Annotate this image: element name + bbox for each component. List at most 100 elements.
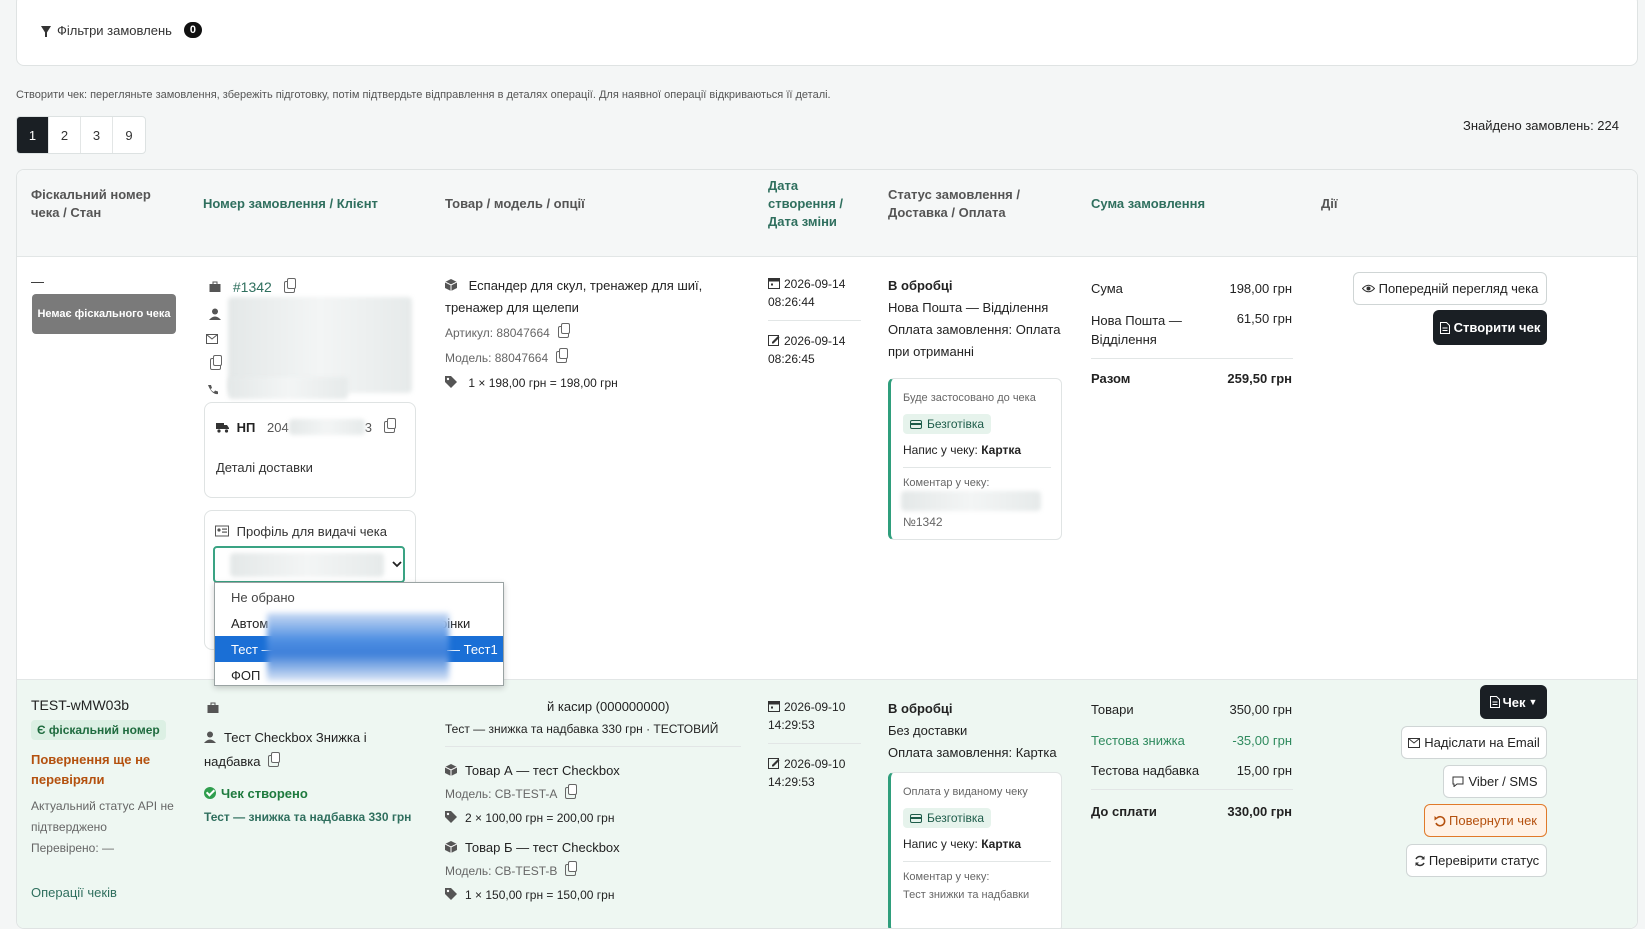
copy-icon[interactable]	[565, 784, 578, 799]
changed-date-value: 2026-09-14	[784, 334, 846, 348]
user-icon	[204, 731, 216, 743]
viber-sms-button[interactable]: Viber / SMS	[1443, 765, 1547, 798]
check-created-label: Чек створено	[221, 786, 308, 801]
pagination: 1 2 3 9	[16, 116, 146, 154]
comment-label: Коментар у чеку:	[903, 477, 990, 489]
col-order[interactable]: Номер замовлення / Клієнт	[203, 195, 403, 213]
create-check-hint: Створити чек: перегляньте замовлення, зб…	[16, 89, 831, 101]
copy-icon[interactable]	[210, 355, 222, 370]
edit-icon	[768, 758, 780, 769]
comment-label: Коментар у чеку:	[903, 871, 990, 883]
receipt-label-prefix: Напис у чеку:	[903, 443, 978, 457]
qty: 1 × 198,00 грн = 198,00 грн	[468, 376, 618, 390]
product-name-line: Еспандер для скул, тренажер для шиї, тре…	[445, 275, 735, 319]
receipt-profile-dropdown: Не обрано Автом рінки Тест — — Тест1 ФОП	[214, 582, 504, 686]
col-status: Статус замовлення / Доставка / Оплата	[888, 187, 1020, 220]
client-name: Тест Checkbox Знижка і надбавка	[204, 730, 367, 769]
order-number-line: #1342	[209, 278, 296, 295]
divider	[445, 746, 741, 747]
total-label: Разом	[1091, 371, 1131, 386]
profile-option-none[interactable]: Не обрано	[215, 584, 503, 610]
copy-icon[interactable]	[565, 861, 578, 876]
qty-line: 1 × 198,00 грн = 198,00 грн	[445, 376, 618, 390]
col-dates[interactable]: Дата створення / Дата зміни	[768, 177, 858, 231]
tag-icon	[445, 888, 457, 900]
copy-icon[interactable]	[283, 278, 296, 293]
copy-icon[interactable]	[557, 323, 570, 338]
model-a-line: Модель: CB-TEST-A	[445, 784, 578, 801]
credit-card-icon	[910, 419, 922, 429]
check-created-status: Чек створено	[204, 786, 308, 801]
selected-profile-redacted	[230, 553, 384, 577]
calendar-icon	[768, 701, 780, 712]
receipt-profile-select[interactable]	[213, 546, 405, 583]
goods-value: 350,00 грн	[1229, 702, 1292, 717]
chat-icon	[1452, 776, 1464, 787]
profile-label-line: Профіль для видачі чека	[215, 524, 387, 539]
profile-option-fop-label: ФОП	[231, 667, 261, 683]
check-status-button[interactable]: Перевірити статус	[1406, 844, 1547, 877]
profile-options-redacted	[267, 613, 449, 681]
np-number-suffix: 3	[364, 420, 372, 435]
page-1[interactable]: 1	[17, 117, 49, 153]
model-a: Модель: CB-TEST-A	[445, 787, 558, 801]
delivery-type: Нова Пошта — Відділення	[888, 300, 1049, 315]
created-time-value: 08:26:44	[768, 295, 815, 309]
delivery-sum-label: Нова Пошта — Відділення	[1091, 313, 1182, 347]
chevron-down-icon	[392, 561, 402, 568]
np-line: НП 204 3	[216, 418, 396, 435]
preview-check-button[interactable]: Попередній перегляд чека	[1353, 272, 1547, 305]
np-label: НП	[236, 420, 256, 435]
fiscal-number: TEST-wMW03b	[31, 697, 130, 713]
pay-tag-label: Безготівка	[927, 811, 985, 825]
order-number-link[interactable]: #1342	[233, 279, 272, 295]
create-check-label: Створити чек	[1453, 320, 1541, 335]
receipt-label-value: Картка	[981, 443, 1022, 457]
article: Артикул: 88047664	[445, 326, 550, 340]
total-value: 259,50 грн	[1227, 371, 1292, 386]
created-date-value: 2026-09-14	[784, 277, 846, 291]
model-b-line: Модель: CB-TEST-B	[445, 861, 578, 878]
envelope-icon	[1408, 737, 1421, 748]
briefcase-icon	[209, 281, 221, 292]
sum-label: Сума	[1091, 281, 1123, 296]
payment-box: Буде застосовано до чека Безготівка Напи…	[888, 378, 1062, 540]
delivery-box: НП 204 3 Деталі доставки	[204, 402, 416, 498]
check-operations-link[interactable]: Операції чеків	[31, 885, 117, 900]
filters-toggle[interactable]: Фільтри замовлень 0	[41, 22, 203, 38]
user-icon	[209, 308, 221, 320]
pay-tag-label: Безготівка	[927, 417, 985, 431]
delivery-details-link[interactable]: Деталі доставки	[216, 460, 313, 475]
tag-icon	[445, 376, 457, 388]
copy-icon[interactable]	[383, 418, 396, 433]
pay-tag: Безготівка	[903, 808, 992, 828]
np-number-prefix: 204	[266, 420, 289, 435]
divider	[768, 743, 861, 744]
caret-down-icon: ▼	[1528, 697, 1538, 707]
created-date: 2026-09-14 08:26:44	[768, 275, 845, 311]
due-value: 330,00 грн	[1227, 804, 1292, 819]
fiscal-badge: Є фіскальний номер	[31, 720, 166, 740]
copy-icon[interactable]	[556, 348, 569, 363]
product-a: Товар А — тест Checkbox	[465, 763, 620, 778]
create-check-button[interactable]: Створити чек	[1433, 310, 1547, 345]
send-email-button[interactable]: Надіслати на Email	[1401, 726, 1547, 759]
table-row: TEST-wMW03b Є фіскальний номер Поверненн…	[17, 679, 1637, 928]
qty-a-line: 2 × 100,00 грн = 200,00 грн	[445, 811, 614, 825]
page-2[interactable]: 2	[49, 117, 81, 153]
copy-icon[interactable]	[268, 752, 281, 767]
return-check-button[interactable]: Повернути чек	[1424, 804, 1547, 837]
truck-icon	[216, 423, 229, 433]
page-9[interactable]: 9	[113, 117, 145, 153]
goods-label: Товари	[1091, 702, 1134, 717]
col-sum[interactable]: Сума замовлення	[1091, 195, 1241, 213]
divider	[1091, 789, 1293, 790]
refresh-icon	[1415, 855, 1425, 866]
check-name-link[interactable]: Тест — знижка та надбавка 330 грн	[204, 810, 411, 824]
qty-a: 2 × 100,00 грн = 200,00 грн	[465, 811, 615, 825]
payment-box: Оплата у виданому чеку Безготівка Напис …	[888, 772, 1062, 928]
due-label: До сплати	[1091, 804, 1157, 819]
check-menu-button[interactable]: Чек ▼	[1480, 685, 1547, 719]
page-3[interactable]: 3	[81, 117, 113, 153]
created-date: 2026-09-10 14:29:53	[768, 698, 845, 734]
